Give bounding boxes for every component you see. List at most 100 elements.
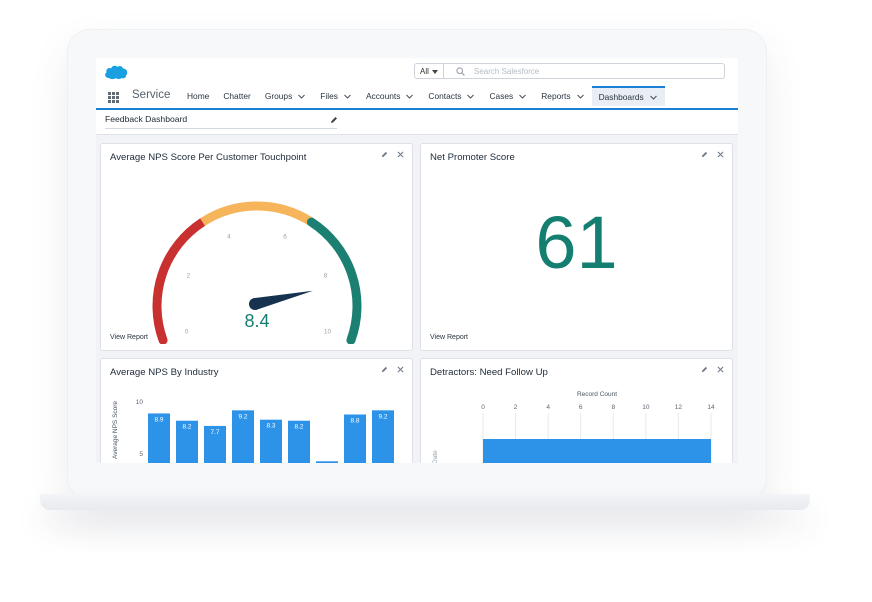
edit-pencil-icon[interactable] <box>701 151 708 158</box>
bar-value-label: 9.2 <box>378 413 387 420</box>
card-actions <box>381 151 404 158</box>
gauge-tick-label: 0 <box>185 329 189 336</box>
dashboard-title-underline <box>105 128 337 129</box>
industry-bar-chart: Average NPS Score1058.98.27.79.28.38.24.… <box>112 399 394 463</box>
nav-item-label: Accounts <box>365 91 401 101</box>
x-tick-label: 0 <box>481 404 485 411</box>
gauge-tick-label: 8 <box>324 272 328 279</box>
gauge-tick-label: 10 <box>324 329 332 336</box>
search-scope-value: All <box>420 67 429 76</box>
nav-item-home[interactable]: Home <box>180 86 216 106</box>
bar-value-label: 9.2 <box>238 413 247 420</box>
card-detractors: Detractors: Need Follow Up Record Count 0… <box>420 358 733 463</box>
card-net-promoter-score: Net Promoter Score 61 View Report <box>420 143 733 351</box>
edit-pencil-icon[interactable] <box>330 116 338 124</box>
x-tick-label: 4 <box>546 404 550 411</box>
chevron-down-icon[interactable] <box>649 93 658 102</box>
gauge-needle <box>253 290 313 310</box>
card-nps-by-industry: Average NPS By Industry Average NPS Scor… <box>100 358 413 463</box>
nav-item-label: Home <box>187 91 210 101</box>
nav-item-label: Groups <box>264 91 293 101</box>
nav-item-label: Dashboards <box>598 92 644 102</box>
x-tick-label: 14 <box>707 404 715 411</box>
close-icon[interactable] <box>397 151 404 158</box>
nav-item-accounts[interactable]: Accounts <box>359 86 421 106</box>
bar-value-label: 8.9 <box>154 416 163 423</box>
device-base <box>40 494 810 510</box>
app-name: Service <box>132 89 171 101</box>
close-icon[interactable] <box>717 366 724 373</box>
bar-value-label: 7.7 <box>210 429 219 436</box>
close-icon[interactable] <box>397 366 404 373</box>
chevron-down-icon[interactable] <box>405 92 414 101</box>
y-axis-label: Average NPS Score <box>112 401 119 459</box>
bar <box>483 439 711 463</box>
gauge-tick-label: 6 <box>283 233 287 240</box>
chevron-down-icon[interactable] <box>466 92 475 101</box>
nav-item-chatter[interactable]: Chatter <box>216 86 257 106</box>
gauge-value-label: 8.4 <box>244 311 269 331</box>
edit-pencil-icon[interactable] <box>701 366 708 373</box>
dashboard-title: Feedback Dashboard <box>105 114 188 124</box>
nav-item-dashboards[interactable]: Dashboards <box>591 86 665 106</box>
x-tick-label: 10 <box>642 404 650 411</box>
x-tick-label: 2 <box>514 404 518 411</box>
x-tick-label: 6 <box>579 404 583 411</box>
detractors-bar-chart: Record Count 0 2 4 6 8 10 12 14 Date <box>432 391 715 463</box>
chevron-down-icon[interactable] <box>343 92 352 101</box>
gauge-chart: 0 2 4 6 8 10 8.4 <box>152 201 362 344</box>
nav-item-files[interactable]: Files <box>313 86 359 106</box>
view-report-link[interactable]: View Report <box>430 334 468 341</box>
card-actions <box>381 366 404 373</box>
y-tick-label: 10 <box>136 399 144 406</box>
nav-item-label: Cases <box>489 91 514 101</box>
nav-item-reports[interactable]: Reports <box>534 86 591 106</box>
x-axis-label: Record Count <box>577 391 617 398</box>
bar-value-label: 8.3 <box>266 423 275 430</box>
edit-pencil-icon[interactable] <box>381 366 388 373</box>
caret-down-icon <box>432 70 438 74</box>
chevron-down-icon[interactable] <box>518 92 527 101</box>
x-tick-label: 8 <box>611 404 615 411</box>
card-nps-touchpoint: Average NPS Score Per Customer Touchpoin… <box>100 143 413 351</box>
view-report-link[interactable]: View Report <box>110 334 148 341</box>
bar-value-label: 8.2 <box>294 424 303 431</box>
search-scope-select[interactable]: All <box>414 63 444 79</box>
card-title: Average NPS By Industry <box>110 367 219 378</box>
gauge-tick-label: 2 <box>187 272 191 279</box>
x-tick-label: 12 <box>675 404 683 411</box>
bar-value-label: 8.2 <box>182 424 191 431</box>
card-title: Net Promoter Score <box>430 152 515 163</box>
nav-item-label: Chatter <box>223 91 251 101</box>
salesforce-cloud-logo <box>105 65 128 80</box>
search-placeholder: Search Salesforce <box>474 67 540 76</box>
y-tick-label: 5 <box>139 451 143 458</box>
edit-pencil-icon[interactable] <box>381 151 388 158</box>
gauge-band-1 <box>200 201 314 226</box>
app-screen: All Search Salesforce Service Home Chatte… <box>96 58 738 463</box>
nav-item-contacts[interactable]: Contacts <box>421 86 482 106</box>
chevron-down-icon[interactable] <box>297 92 306 101</box>
nav-item-label: Reports <box>541 91 571 101</box>
card-title: Detractors: Need Follow Up <box>430 367 548 378</box>
app-launcher-icon[interactable] <box>108 92 119 103</box>
search-icon <box>456 67 465 76</box>
close-icon[interactable] <box>717 151 724 158</box>
global-search-input[interactable]: Search Salesforce <box>444 63 725 79</box>
navigation-bar: Home Chatter Groups Files Accounts Contacts Ca… <box>180 86 665 106</box>
nav-item-groups[interactable]: Groups <box>258 86 313 106</box>
gauge-needle-hub <box>249 298 261 310</box>
nav-item-cases[interactable]: Cases <box>482 86 534 106</box>
gauge-tick-label: 4 <box>227 233 231 240</box>
gauge-band-2 <box>306 217 362 344</box>
y-axis-label: Date <box>432 450 439 463</box>
bar-value-label: 8.8 <box>350 417 359 424</box>
dashboard-title-bar: Feedback Dashboard <box>96 110 738 135</box>
nav-item-label: Contacts <box>428 91 462 101</box>
card-actions <box>701 151 724 158</box>
chevron-down-icon[interactable] <box>576 92 585 101</box>
nps-metric-value: 61 <box>535 201 618 284</box>
bar <box>316 461 338 463</box>
card-title: Average NPS Score Per Customer Touchpoin… <box>110 152 307 163</box>
gauge-band-0 <box>152 217 208 344</box>
